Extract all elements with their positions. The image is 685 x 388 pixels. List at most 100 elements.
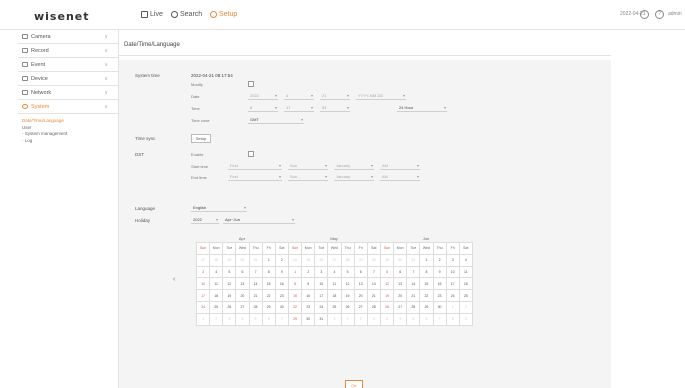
calendar-day-cell[interactable]: 7 — [366, 265, 381, 279]
calendar-day-cell[interactable]: 22 — [261, 289, 276, 302]
calendar-day-cell[interactable]: 10 — [314, 277, 329, 291]
calendar-day-cell[interactable]: 30 — [366, 253, 381, 267]
calendar-day-cell[interactable]: 11 — [327, 277, 342, 291]
calendar-day-cell[interactable]: 8 — [445, 312, 460, 326]
holiday-range-select[interactable]: Apr~Jun — [223, 216, 295, 224]
calendar-day-cell[interactable]: 15 — [261, 277, 276, 291]
calendar-day-cell[interactable]: 24 — [287, 253, 303, 267]
calendar-day-cell[interactable]: 2 — [340, 312, 355, 326]
time-sync-setup-button[interactable]: Setup — [191, 134, 211, 143]
calendar-day-cell[interactable]: 1 — [419, 253, 434, 267]
calendar-day-cell[interactable]: 28 — [340, 253, 355, 267]
calendar-day-cell[interactable]: 31 — [406, 253, 421, 267]
month-select[interactable]: 4 — [284, 92, 314, 100]
calendar-day-cell[interactable]: 4 — [458, 253, 473, 267]
calendar-day-cell[interactable]: 4 — [366, 312, 381, 326]
calendar-day-cell[interactable]: 2 — [458, 300, 473, 314]
modify-checkbox[interactable] — [248, 81, 254, 87]
calendar-day-cell[interactable]: 6 — [235, 265, 250, 279]
calendar-day-cell[interactable]: 11 — [209, 277, 224, 291]
language-select[interactable]: English — [191, 204, 247, 212]
calendar-day-cell[interactable]: 17 — [314, 289, 329, 302]
calendar-day-cell[interactable]: 7 — [432, 312, 447, 326]
calendar-day-cell[interactable]: 30 — [235, 253, 250, 267]
tab-search[interactable]: Search — [171, 11, 202, 18]
calendar-day-cell[interactable]: 16 — [432, 277, 447, 291]
calendar-day-cell[interactable]: 25 — [327, 300, 342, 314]
calendar-day-cell[interactable]: 12 — [222, 277, 237, 291]
calendar-day-cell[interactable]: 15 — [287, 289, 303, 302]
calendar-day-cell[interactable]: 29 — [419, 300, 434, 314]
calendar-day-cell[interactable]: 3 — [314, 265, 329, 279]
hour-select[interactable]: 8 — [248, 104, 278, 112]
sidebar-item-camera[interactable]: Camera ∨ — [18, 30, 118, 44]
start-hour-select[interactable]: AM — [380, 162, 420, 170]
calendar-day-cell[interactable]: 2 — [209, 312, 224, 326]
calendar-day-cell[interactable]: 3 — [195, 265, 211, 279]
calendar-day-cell[interactable]: 21 — [248, 289, 263, 302]
calendar-day-cell[interactable]: 28 — [406, 300, 421, 314]
sidebar-item-event[interactable]: Event ∨ — [18, 58, 118, 72]
calendar-day-cell[interactable]: 31 — [248, 253, 263, 267]
calendar-day-cell[interactable]: 23 — [432, 289, 447, 302]
calendar-day-cell[interactable]: 16 — [274, 277, 289, 291]
sidebar-item-device[interactable]: Device ∨ — [18, 72, 118, 86]
calendar-day-cell[interactable]: 8 — [261, 265, 276, 279]
year-select[interactable]: 2022 — [248, 92, 278, 100]
hour-format-select[interactable]: 24 Hour — [397, 104, 447, 112]
calendar-day-cell[interactable]: 9 — [432, 265, 447, 279]
calendar-day-cell[interactable]: 6 — [261, 312, 276, 326]
calendar-day-cell[interactable]: 21 — [366, 289, 381, 302]
calendar-day-cell[interactable]: 18 — [209, 289, 224, 302]
calendar-day-cell[interactable]: 13 — [353, 277, 368, 291]
account-icon[interactable] — [640, 10, 649, 19]
sidebar-item-network[interactable]: Network ∨ — [18, 86, 118, 100]
calendar-day-cell[interactable]: 30 — [432, 300, 447, 314]
end-day-select[interactable]: Sun — [288, 173, 328, 181]
calendar-day-cell[interactable]: 24 — [195, 300, 211, 314]
start-week-select[interactable]: First — [228, 162, 282, 170]
end-week-select[interactable]: First — [228, 173, 282, 181]
calendar-day-cell[interactable]: 3 — [222, 312, 237, 326]
calendar-day-cell[interactable]: 13 — [235, 277, 250, 291]
calendar-day-cell[interactable]: 1 — [445, 300, 460, 314]
calendar-day-cell[interactable]: 23 — [274, 289, 289, 302]
calendar-day-cell[interactable]: 30 — [301, 312, 316, 326]
calendar-day-cell[interactable]: 26 — [340, 300, 355, 314]
calendar-day-cell[interactable]: 19 — [340, 289, 355, 302]
ok-button[interactable]: OK — [345, 380, 363, 388]
calendar-day-cell[interactable]: 5 — [340, 265, 355, 279]
calendar-day-cell[interactable]: 27 — [195, 253, 211, 267]
calendar-day-cell[interactable]: 20 — [235, 289, 250, 302]
calendar-day-cell[interactable]: 22 — [287, 300, 303, 314]
timezone-select[interactable]: GMT — [248, 116, 304, 124]
calendar-day-cell[interactable]: 1 — [261, 253, 276, 267]
calendar-day-cell[interactable]: 9 — [458, 312, 473, 326]
tab-setup[interactable]: Setup — [210, 11, 237, 18]
calendar-day-cell[interactable]: 1 — [327, 312, 342, 326]
calendar-day-cell[interactable]: 29 — [222, 253, 237, 267]
second-select[interactable]: 54 — [320, 104, 350, 112]
tab-live[interactable]: Live — [141, 11, 163, 18]
help-icon[interactable]: ? — [655, 10, 664, 19]
calendar-day-cell[interactable]: 27 — [327, 253, 342, 267]
calendar-day-cell[interactable]: 31 — [314, 312, 329, 326]
calendar-day-cell[interactable]: 29 — [261, 300, 276, 314]
calendar-day-cell[interactable]: 2 — [432, 253, 447, 267]
calendar-day-cell[interactable]: 25 — [301, 253, 316, 267]
day-select[interactable]: 21 — [320, 92, 350, 100]
calendar-day-cell[interactable]: 2 — [274, 253, 289, 267]
calendar-day-cell[interactable]: 23 — [301, 300, 316, 314]
calendar-day-cell[interactable]: 19 — [379, 289, 395, 302]
start-month-select[interactable]: January — [334, 162, 374, 170]
calendar-day-cell[interactable]: 20 — [353, 289, 368, 302]
calendar-day-cell[interactable]: 29 — [353, 253, 368, 267]
calendar-day-cell[interactable]: 8 — [287, 277, 303, 291]
calendar-day-cell[interactable]: 9 — [274, 265, 289, 279]
calendar-day-cell[interactable]: 20 — [393, 289, 408, 302]
calendar-day-cell[interactable]: 4 — [209, 265, 224, 279]
calendar-day-cell[interactable]: 4 — [393, 312, 408, 326]
calendar-day-cell[interactable]: 25 — [458, 289, 473, 302]
sidebar-item-record[interactable]: Record ∨ — [18, 44, 118, 58]
calendar-day-cell[interactable]: 24 — [445, 289, 460, 302]
